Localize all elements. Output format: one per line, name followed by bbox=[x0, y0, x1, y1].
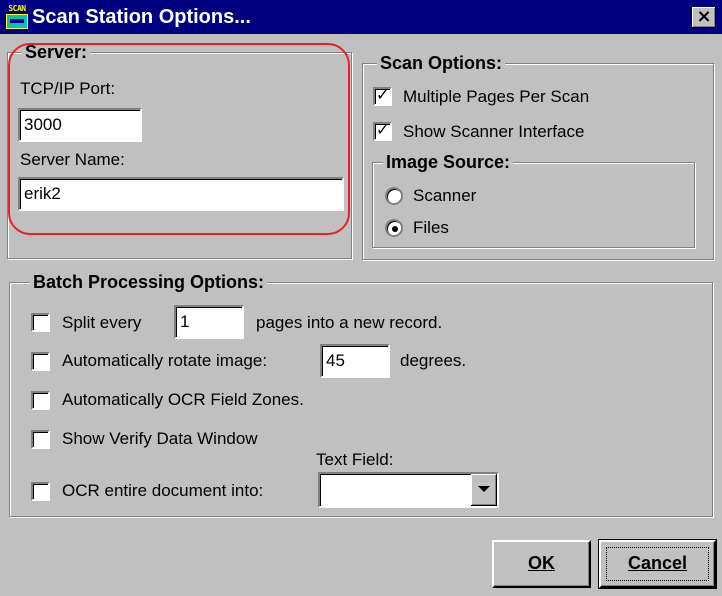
show-verify-checkbox[interactable] bbox=[31, 430, 50, 449]
scan-options-legend: Scan Options: bbox=[377, 52, 506, 74]
server-group: Server: TCP/IP Port: 3000 Server Name: e… bbox=[7, 41, 352, 259]
scan-station-options-dialog: SCAN Scan Station Options... × Server: T… bbox=[0, 0, 722, 596]
rotate-degrees-suffix: degrees. bbox=[400, 351, 467, 370]
auto-ocr-zones-label: Automatically OCR Field Zones. bbox=[62, 390, 304, 409]
multiple-pages-label: Multiple Pages Per Scan bbox=[403, 87, 590, 106]
image-source-group: Image Source: Scanner Files bbox=[372, 151, 695, 248]
ocr-entire-label: OCR entire document into: bbox=[62, 481, 264, 500]
title-bar[interactable]: SCAN Scan Station Options... × bbox=[0, 0, 722, 34]
ok-button-label: OK bbox=[528, 553, 555, 573]
text-field-dropdown[interactable] bbox=[318, 472, 499, 508]
check-icon: ✓ bbox=[376, 85, 390, 104]
show-scanner-interface-label: Show Scanner Interface bbox=[403, 122, 585, 141]
ok-button[interactable]: OK bbox=[492, 540, 591, 588]
scan-icon-text: SCAN bbox=[8, 4, 26, 13]
check-icon: ✓ bbox=[376, 120, 390, 139]
close-icon: × bbox=[696, 6, 712, 27]
text-field-label: Text Field: bbox=[316, 450, 394, 469]
server-name-input[interactable]: erik2 bbox=[18, 177, 344, 211]
tcp-port-input[interactable]: 3000 bbox=[18, 108, 142, 142]
tcp-port-label: TCP/IP Port: bbox=[20, 79, 116, 98]
server-name-label: Server Name: bbox=[20, 150, 125, 169]
ocr-entire-checkbox[interactable] bbox=[31, 482, 50, 501]
batch-processing-legend: Batch Processing Options: bbox=[30, 271, 268, 293]
auto-rotate-checkbox[interactable] bbox=[31, 352, 50, 371]
files-radio[interactable] bbox=[385, 219, 403, 237]
show-verify-label: Show Verify Data Window bbox=[62, 429, 258, 448]
window-title: Scan Station Options... bbox=[32, 6, 251, 28]
show-scanner-interface-checkbox[interactable]: ✓ bbox=[373, 120, 392, 141]
scan-options-group: Scan Options: ✓ Multiple Pages Per Scan … bbox=[362, 52, 714, 260]
multiple-pages-checkbox[interactable]: ✓ bbox=[373, 85, 392, 106]
scanner-icon bbox=[6, 14, 28, 29]
split-every-checkbox[interactable] bbox=[31, 313, 50, 332]
radio-selected-dot bbox=[392, 226, 398, 232]
split-pages-suffix: pages into a new record. bbox=[256, 313, 443, 332]
cancel-button[interactable]: Cancel bbox=[598, 539, 717, 589]
chevron-down-icon[interactable] bbox=[471, 474, 497, 506]
split-every-label: Split every bbox=[62, 313, 142, 332]
image-source-legend: Image Source: bbox=[383, 151, 514, 173]
scan-app-icon: SCAN bbox=[5, 4, 29, 29]
scanner-radio-label: Scanner bbox=[413, 186, 477, 205]
rotate-degrees-input[interactable]: 45 bbox=[320, 344, 390, 378]
files-radio-label: Files bbox=[413, 218, 449, 237]
cancel-button-label: Cancel bbox=[627, 553, 688, 573]
close-button[interactable]: × bbox=[692, 7, 716, 28]
split-pages-input[interactable]: 1 bbox=[174, 305, 244, 339]
batch-processing-group: Batch Processing Options: Split every 1 … bbox=[9, 271, 713, 517]
scanner-radio[interactable] bbox=[385, 187, 403, 205]
server-legend: Server: bbox=[22, 41, 91, 63]
auto-ocr-zones-checkbox[interactable] bbox=[31, 391, 50, 410]
auto-rotate-label: Automatically rotate image: bbox=[62, 351, 268, 370]
